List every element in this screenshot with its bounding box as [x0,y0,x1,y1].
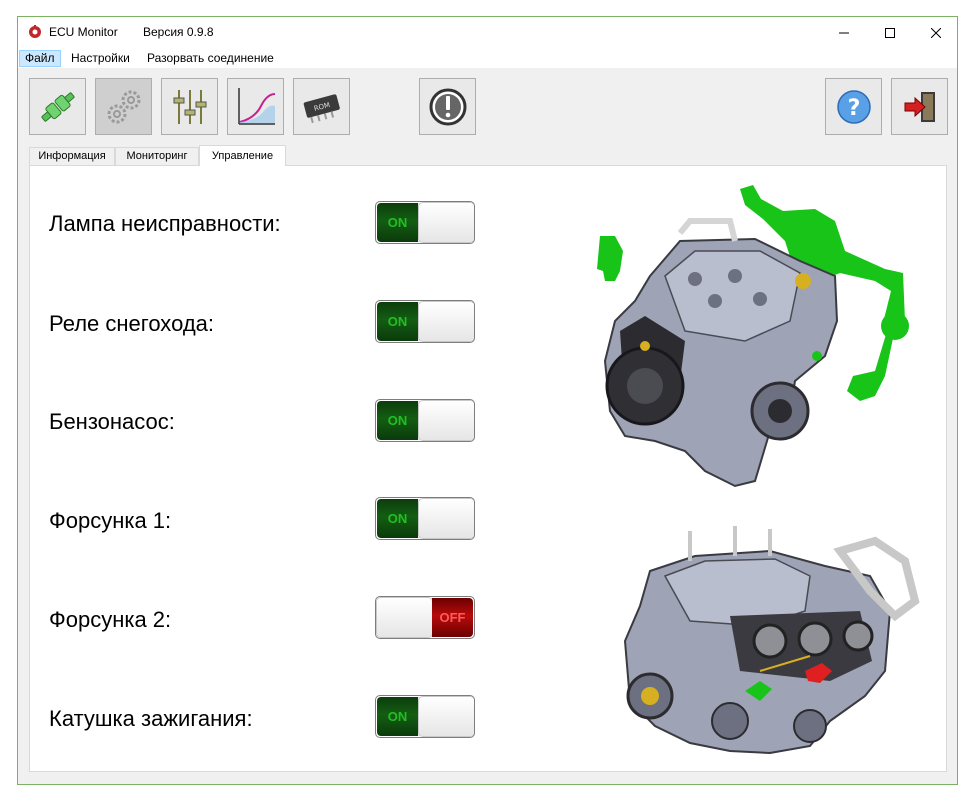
label-ignition-coil: Катушка зажигания: [49,706,253,731]
exit-button[interactable] [891,78,948,135]
label-fault-lamp: Лампа неисправности: [49,211,281,236]
toggle-on-indicator: ON [377,499,418,538]
maximize-button[interactable] [867,17,913,48]
toggle-ignition-coil[interactable]: ON [375,695,475,738]
toggle-knob [377,598,432,637]
help-icon: ? [836,89,871,124]
rom-chip-icon: ROM [303,93,340,123]
toggle-snowmobile-relay[interactable]: ON [375,300,475,343]
maximize-icon [885,27,895,38]
toggle-on-indicator: ON [377,203,418,242]
toggle-fuel-pump[interactable]: ON [375,399,475,442]
toggle-knob [419,401,474,440]
engine-front-image [597,185,909,488]
svg-text:?: ? [847,96,860,121]
app-window: ECU Monitor Версия 0.9.8 Файл Настройки … [17,16,958,785]
alert-icon [429,88,466,125]
connector-icon [40,91,75,122]
tab-info[interactable]: Информация [29,147,115,165]
chart-button[interactable] [227,78,284,135]
toggle-knob [419,697,474,736]
toggle-off-indicator: OFF [432,598,473,637]
control-panel: Лампа неисправности: ON Реле снегохода: … [29,165,947,772]
toggle-on-indicator: ON [377,401,418,440]
close-button[interactable] [913,17,959,48]
exit-icon [904,91,935,122]
rom-button[interactable]: ROM [293,78,350,135]
minimize-button[interactable] [821,17,867,48]
toggle-on-indicator: ON [377,302,418,341]
menu-bar: Файл Настройки Разорвать соединение [18,48,957,68]
chart-icon [237,87,275,125]
toggle-fault-lamp[interactable]: ON [375,201,475,244]
tab-monitoring[interactable]: Мониторинг [115,147,199,165]
label-snowmobile-relay: Реле снегохода: [49,311,214,336]
label-fuel-pump: Бензонасос: [49,409,175,434]
label-injector-1: Форсунка 1: [49,508,172,533]
settings-gears-icon [107,90,140,123]
minimize-icon [839,32,849,33]
toggle-injector-2[interactable]: OFF [375,596,475,639]
tab-control[interactable]: Управление [199,145,286,166]
engine-rear-image [623,526,920,755]
toggle-knob [419,203,474,242]
help-button[interactable]: ? [825,78,882,135]
app-version: Версия 0.9.8 [143,25,214,39]
toggle-on-indicator: ON [377,697,418,736]
app-logo-icon [29,25,41,38]
toggle-injector-1[interactable]: ON [375,497,475,540]
menu-disconnect[interactable]: Разорвать соединение [142,50,279,67]
title-bar: ECU Monitor Версия 0.9.8 [18,17,957,48]
label-injector-2: Форсунка 2: [49,607,172,632]
connect-button[interactable] [29,78,86,135]
toggle-knob [419,499,474,538]
app-title: ECU Monitor [49,25,118,39]
toggle-knob [419,302,474,341]
menu-settings[interactable]: Настройки [66,50,135,67]
sliders-icon [173,89,206,124]
menu-file[interactable]: Файл [19,50,61,67]
close-icon [931,27,941,38]
alert-button[interactable] [419,78,476,135]
settings-button[interactable] [95,78,152,135]
sliders-button[interactable] [161,78,218,135]
